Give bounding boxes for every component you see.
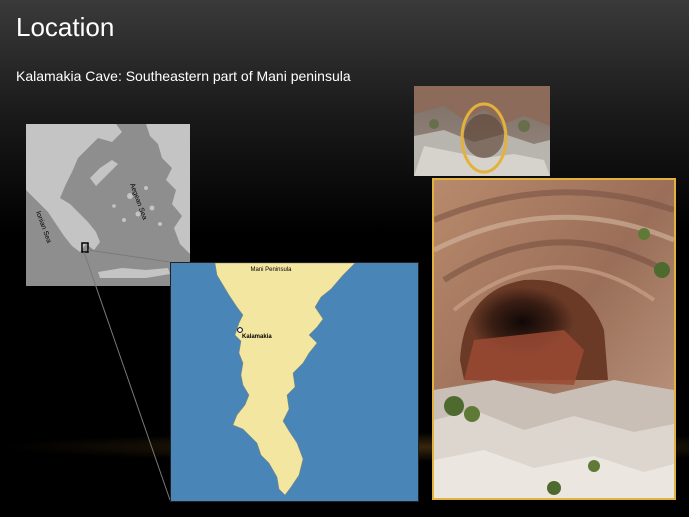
cave-context-photo-svg [414, 86, 550, 176]
kalamakia-site-marker [237, 327, 243, 333]
cave-entrance-photo-svg [434, 180, 674, 498]
cave-context-photo [414, 86, 550, 176]
mani-map-svg: Kalamakia Mani Peninsula [171, 262, 418, 501]
island-shape [158, 222, 162, 226]
kalamakia-label: Kalamakia [242, 334, 272, 340]
greece-map-svg: Aegean Sea Ionian Sea [26, 124, 190, 286]
cave-entrance-photo [432, 178, 676, 500]
mani-peninsula-map: Kalamakia Mani Peninsula [170, 262, 419, 502]
island-shape [144, 186, 148, 190]
island-shape [149, 205, 155, 211]
leader-line-bottom [83, 251, 171, 501]
island-shape [122, 218, 126, 222]
greece-overview-map: Aegean Sea Ionian Sea [26, 124, 190, 286]
mani-map-title: Mani Peninsula [250, 267, 292, 273]
slide-subtitle: Kalamakia Cave: Southeastern part of Man… [16, 68, 351, 84]
island-shape [112, 204, 116, 208]
slide-title: Location [16, 12, 115, 42]
